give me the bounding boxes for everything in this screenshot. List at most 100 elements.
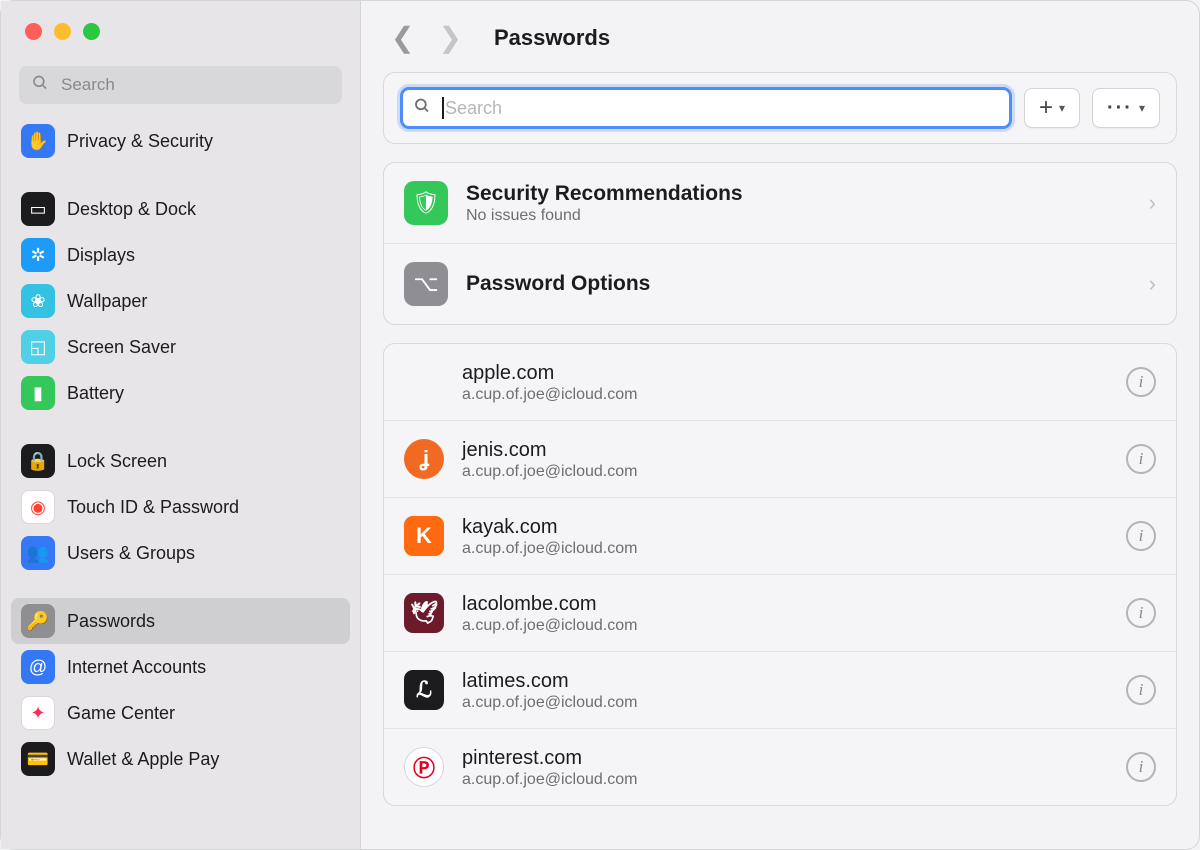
sidebar-item-label: Displays	[67, 245, 135, 266]
sidebar-item-desktop-dock[interactable]: ▭ Desktop & Dock	[11, 186, 350, 232]
settings-row-password-options[interactable]: ⌥ Password Options ›	[384, 243, 1176, 324]
maximize-window-button[interactable]	[83, 23, 100, 40]
entry-site: apple.com	[462, 360, 1108, 386]
search-icon	[413, 97, 431, 120]
entry-site: latimes.com	[462, 668, 1108, 694]
password-entry[interactable]: 🕊 lacolombe.coma.cup.of.joe@icloud.com i	[384, 574, 1176, 651]
sidebar-item-privacy-security[interactable]: ✋ Privacy & Security	[11, 118, 350, 164]
info-button[interactable]: i	[1126, 367, 1156, 397]
add-password-button[interactable]: + ▾	[1024, 88, 1080, 128]
info-button[interactable]: i	[1126, 598, 1156, 628]
sidebar-item-label: Desktop & Dock	[67, 199, 196, 220]
password-entry[interactable]: Ⓟpinterest.coma.cup.of.joe@icloud.com i	[384, 728, 1176, 805]
sidebar-item-internet-accounts[interactable]: @ Internet Accounts	[11, 644, 350, 690]
switches-icon: ⌥	[404, 262, 448, 306]
sidebar-item-label: Touch ID & Password	[67, 497, 239, 518]
entry-username: a.cup.of.joe@icloud.com	[462, 617, 1108, 635]
password-list: apple.coma.cup.of.joe@icloud.comiʝjenis.…	[383, 343, 1177, 806]
passwords-search	[400, 87, 1012, 129]
entry-username: a.cup.of.joe@icloud.com	[462, 540, 1108, 558]
close-window-button[interactable]	[25, 23, 42, 40]
chevron-right-icon: ›	[1149, 271, 1156, 297]
sidebar-item-label: Wallet & Apple Pay	[67, 749, 219, 770]
back-button[interactable]: ❮	[391, 21, 414, 54]
entry-site: kayak.com	[462, 514, 1108, 540]
sidebar-item-wallpaper[interactable]: ❀Wallpaper	[11, 278, 350, 324]
sidebar-item-label: Internet Accounts	[67, 657, 206, 678]
at-icon: @	[21, 650, 55, 684]
sidebar: ✋ Privacy & Security ▭ Desktop & Dock ✲ Displ…	[1, 1, 361, 849]
hand-icon: ✋	[21, 124, 55, 158]
password-entry[interactable]: ℒlatimes.coma.cup.of.joe@icloud.com i	[384, 651, 1176, 728]
entry-username: a.cup.of.joe@icloud.com	[462, 463, 1108, 481]
more-options-button[interactable]: ··· ▾	[1092, 88, 1160, 128]
sidebar-item-lock-screen[interactable]: 🔒 Lock Screen	[11, 438, 350, 484]
password-entry[interactable]: Kkayak.coma.cup.of.joe@icloud.com i	[384, 497, 1176, 574]
sidebar-item-wallet-apple-pay[interactable]: 💳Wallet & Apple Pay	[11, 736, 350, 782]
passwords-search-input[interactable]	[400, 87, 1012, 129]
info-button[interactable]: i	[1126, 675, 1156, 705]
entry-site: pinterest.com	[462, 745, 1108, 771]
sidebar-item-label: Game Center	[67, 703, 175, 724]
users-icon: 👥	[21, 536, 55, 570]
forward-button[interactable]: ❯	[438, 21, 461, 54]
settings-card: 🛡Security RecommendationsNo issues found…	[383, 162, 1177, 325]
chevron-down-icon: ▾	[1059, 101, 1065, 115]
sidebar-item-users-groups[interactable]: 👥 Users & Groups	[11, 530, 350, 576]
sidebar-item-label: Screen Saver	[67, 337, 176, 358]
desktop-icon: ▭	[21, 192, 55, 226]
search-card: + ▾ ··· ▾	[383, 72, 1177, 144]
kayak-logo-icon: K	[404, 516, 444, 556]
chevron-down-icon: ▾	[1139, 101, 1145, 115]
settings-row-title: Password Options	[466, 271, 1131, 297]
entry-username: a.cup.of.joe@icloud.com	[462, 771, 1108, 789]
displays-icon: ✲	[21, 238, 55, 272]
sidebar-item-touch-id-password[interactable]: ◉ Touch ID & Password	[11, 484, 350, 530]
gamecenter-icon: ✦	[21, 696, 55, 730]
sidebar-nav: ✋ Privacy & Security ▭ Desktop & Dock ✲ Displ…	[1, 118, 360, 849]
password-entry[interactable]: ʝjenis.coma.cup.of.joe@icloud.comi	[384, 420, 1176, 497]
sidebar-item-battery[interactable]: ▮ Battery	[11, 370, 350, 416]
lacolombe-logo-icon: 🕊	[404, 593, 444, 633]
info-button[interactable]: i	[1126, 444, 1156, 474]
sidebar-item-screen-saver[interactable]: ◱ Screen Saver	[11, 324, 350, 370]
battery-icon: ▮	[21, 376, 55, 410]
pinterest-logo-icon: Ⓟ	[404, 747, 444, 787]
window-controls	[1, 1, 360, 60]
sidebar-search-input[interactable]	[19, 66, 342, 104]
sidebar-item-game-center[interactable]: ✦ Game Center	[11, 690, 350, 736]
ellipsis-icon: ···	[1107, 97, 1133, 120]
page-title: Passwords	[494, 25, 610, 51]
settings-row-subtitle: No issues found	[466, 207, 1131, 225]
sidebar-item-label: Lock Screen	[67, 451, 167, 472]
info-button[interactable]: i	[1126, 752, 1156, 782]
chevron-right-icon: ›	[1149, 190, 1156, 216]
entry-username: a.cup.of.joe@icloud.com	[462, 694, 1108, 712]
sidebar-item-label: Privacy & Security	[67, 131, 213, 152]
sidebar-item-label: Passwords	[67, 611, 155, 632]
entry-site: lacolombe.com	[462, 591, 1108, 617]
lock-screen-icon: 🔒	[21, 444, 55, 478]
info-button[interactable]: i	[1126, 521, 1156, 551]
latimes-logo-icon: ℒ	[404, 670, 444, 710]
settings-row-security-recommendations[interactable]: 🛡Security RecommendationsNo issues found…	[384, 163, 1176, 243]
touchid-icon: ◉	[21, 490, 55, 524]
content-scroll: + ▾ ··· ▾ 🛡Security RecommendationsNo is…	[361, 66, 1199, 849]
sidebar-search	[19, 66, 342, 104]
sidebar-item-passwords[interactable]: 🔑 Passwords	[11, 598, 350, 644]
search-icon	[31, 74, 49, 97]
settings-row-title: Security Recommendations	[466, 181, 1131, 207]
sidebar-item-label: Battery	[67, 383, 124, 404]
minimize-window-button[interactable]	[54, 23, 71, 40]
entry-site: jenis.com	[462, 437, 1108, 463]
apple-logo-icon	[404, 362, 444, 402]
passwords-icon: 🔑	[21, 604, 55, 638]
screensaver-icon: ◱	[21, 330, 55, 364]
sidebar-item-displays[interactable]: ✲ Displays	[11, 232, 350, 278]
sidebar-item-label: Wallpaper	[67, 291, 147, 312]
password-entry[interactable]: apple.coma.cup.of.joe@icloud.com i	[384, 344, 1176, 420]
text-caret	[442, 97, 444, 119]
sidebar-item-label: Users & Groups	[67, 543, 195, 564]
plus-icon: +	[1039, 94, 1053, 122]
entry-username: a.cup.of.joe@icloud.com	[462, 386, 1108, 404]
